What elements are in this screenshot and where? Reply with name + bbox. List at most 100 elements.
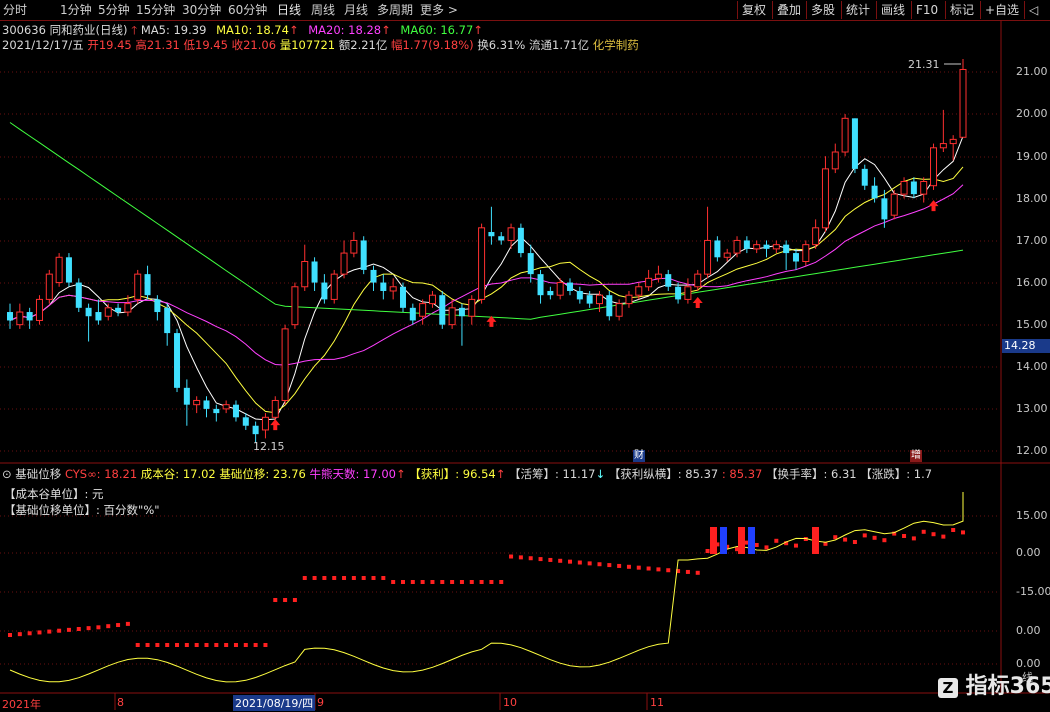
indicator-dot: [47, 629, 52, 634]
indicator-dot: [66, 627, 71, 632]
indicator-dot: [155, 643, 160, 647]
expand-icon[interactable]: ⊙: [2, 467, 12, 481]
indicator-dot: [626, 564, 631, 569]
ind-y-tick: -15.00: [1016, 585, 1050, 598]
indicator-dot: [116, 623, 121, 628]
y-tick: 20.00: [1016, 107, 1048, 120]
low-price-mark: 12.15: [253, 440, 285, 453]
indicator-dot: [479, 580, 484, 584]
candle-body-down: [174, 333, 181, 388]
candle-body-down: [547, 290, 554, 296]
indicator-name[interactable]: 基础位移: [15, 467, 61, 481]
indicator-dot: [184, 643, 189, 647]
indicator-dot: [646, 566, 651, 571]
indicator-dot: [685, 569, 690, 574]
indicator-dot: [400, 580, 405, 584]
base-shift-line: [9, 492, 964, 683]
indicator-dot: [86, 626, 91, 631]
indicator-dot: [312, 576, 317, 580]
candle-body-up: [419, 303, 427, 317]
indicator-dot: [911, 536, 916, 541]
candle-body-up: [222, 404, 230, 410]
ma20-line: [9, 184, 964, 366]
candle-body-down: [567, 282, 574, 291]
candle-body-up: [478, 227, 486, 300]
ind-y-tick: 15.00: [1016, 509, 1048, 522]
signal-bar: [738, 527, 745, 554]
indicator-dot: [941, 534, 946, 539]
indicator-dot: [273, 598, 278, 602]
candle-body-down: [783, 244, 790, 254]
candle-body-up: [350, 239, 358, 254]
logo-icon: Z: [938, 678, 958, 698]
candle-body-up: [959, 68, 967, 138]
candle-body-up: [124, 303, 132, 313]
ma10-line: [9, 166, 964, 414]
indicator-dot: [568, 559, 573, 564]
finance-event-mark[interactable]: 财: [633, 450, 645, 462]
candle-body-up: [812, 227, 820, 246]
candle-body-up: [831, 151, 839, 170]
indicator-dot: [705, 549, 710, 553]
indicator-dot: [420, 580, 425, 584]
candle-body-down: [881, 198, 888, 220]
candle-body-down: [85, 307, 92, 317]
candle-body-up: [35, 298, 43, 321]
candle-body-down: [439, 295, 446, 325]
candle-body-up: [920, 180, 928, 195]
candle-body-down: [606, 295, 613, 317]
candle-body-down: [763, 244, 770, 249]
candle-body-up: [468, 298, 476, 317]
candle-body-down: [213, 408, 220, 414]
candle-body-up: [45, 273, 53, 300]
candle-body-down: [861, 168, 868, 186]
current-price-tag: 14.28: [1002, 339, 1050, 353]
indicator-dot: [106, 624, 111, 629]
candle-body-down: [665, 274, 672, 287]
candle-body-up: [134, 273, 142, 300]
indicator-dot: [430, 580, 435, 584]
indicator-dot: [902, 534, 907, 538]
indicator-dot: [793, 543, 798, 548]
watermark-logo: Z 指标365: [938, 668, 1050, 700]
candle-body-up: [930, 147, 938, 187]
indicator-dot: [951, 528, 956, 532]
candle-body-down: [586, 295, 593, 304]
candle-body-up: [684, 286, 692, 300]
indicator-dot: [450, 580, 455, 584]
candle-body-down: [26, 312, 33, 321]
y-tick: 17.00: [1016, 234, 1048, 247]
profit-value: 【获利】: 96.54: [409, 467, 496, 481]
candle-body-up: [821, 168, 829, 229]
ma5-line: [9, 136, 964, 421]
candle-body-down: [95, 312, 102, 321]
down-arrow-icon: ↓: [595, 467, 606, 481]
indicator-dot: [410, 580, 415, 584]
indicator-dot: [145, 643, 150, 647]
candle-body-up: [428, 294, 436, 305]
cys-value: CYS∞: 18.21: [64, 467, 138, 481]
candle-body-down: [399, 286, 406, 308]
candle-body-down: [537, 274, 544, 296]
candle-body-up: [271, 399, 279, 418]
increase-event-mark[interactable]: 增: [910, 450, 922, 462]
indicator-dot: [509, 554, 514, 559]
candle-body-up: [733, 239, 741, 254]
candle-body-up: [104, 307, 112, 317]
candle-body-down: [851, 118, 858, 169]
indicator-dot: [656, 567, 661, 572]
indicator-dot: [351, 576, 356, 580]
candle-body-down: [370, 269, 377, 283]
candle-body-down: [743, 240, 750, 249]
candle-body-down: [311, 261, 318, 283]
kline-chart[interactable]: [0, 0, 1050, 710]
indicator-dot: [175, 643, 180, 647]
candle-body-down: [458, 307, 465, 317]
indicator-dot: [342, 576, 347, 580]
candle-body-up: [654, 273, 662, 279]
y-tick: 19.00: [1016, 150, 1048, 163]
y-tick: 13.00: [1016, 402, 1048, 415]
candle-body-down: [183, 387, 190, 405]
indicator-dot: [469, 580, 474, 584]
indicator-dot: [882, 538, 887, 543]
